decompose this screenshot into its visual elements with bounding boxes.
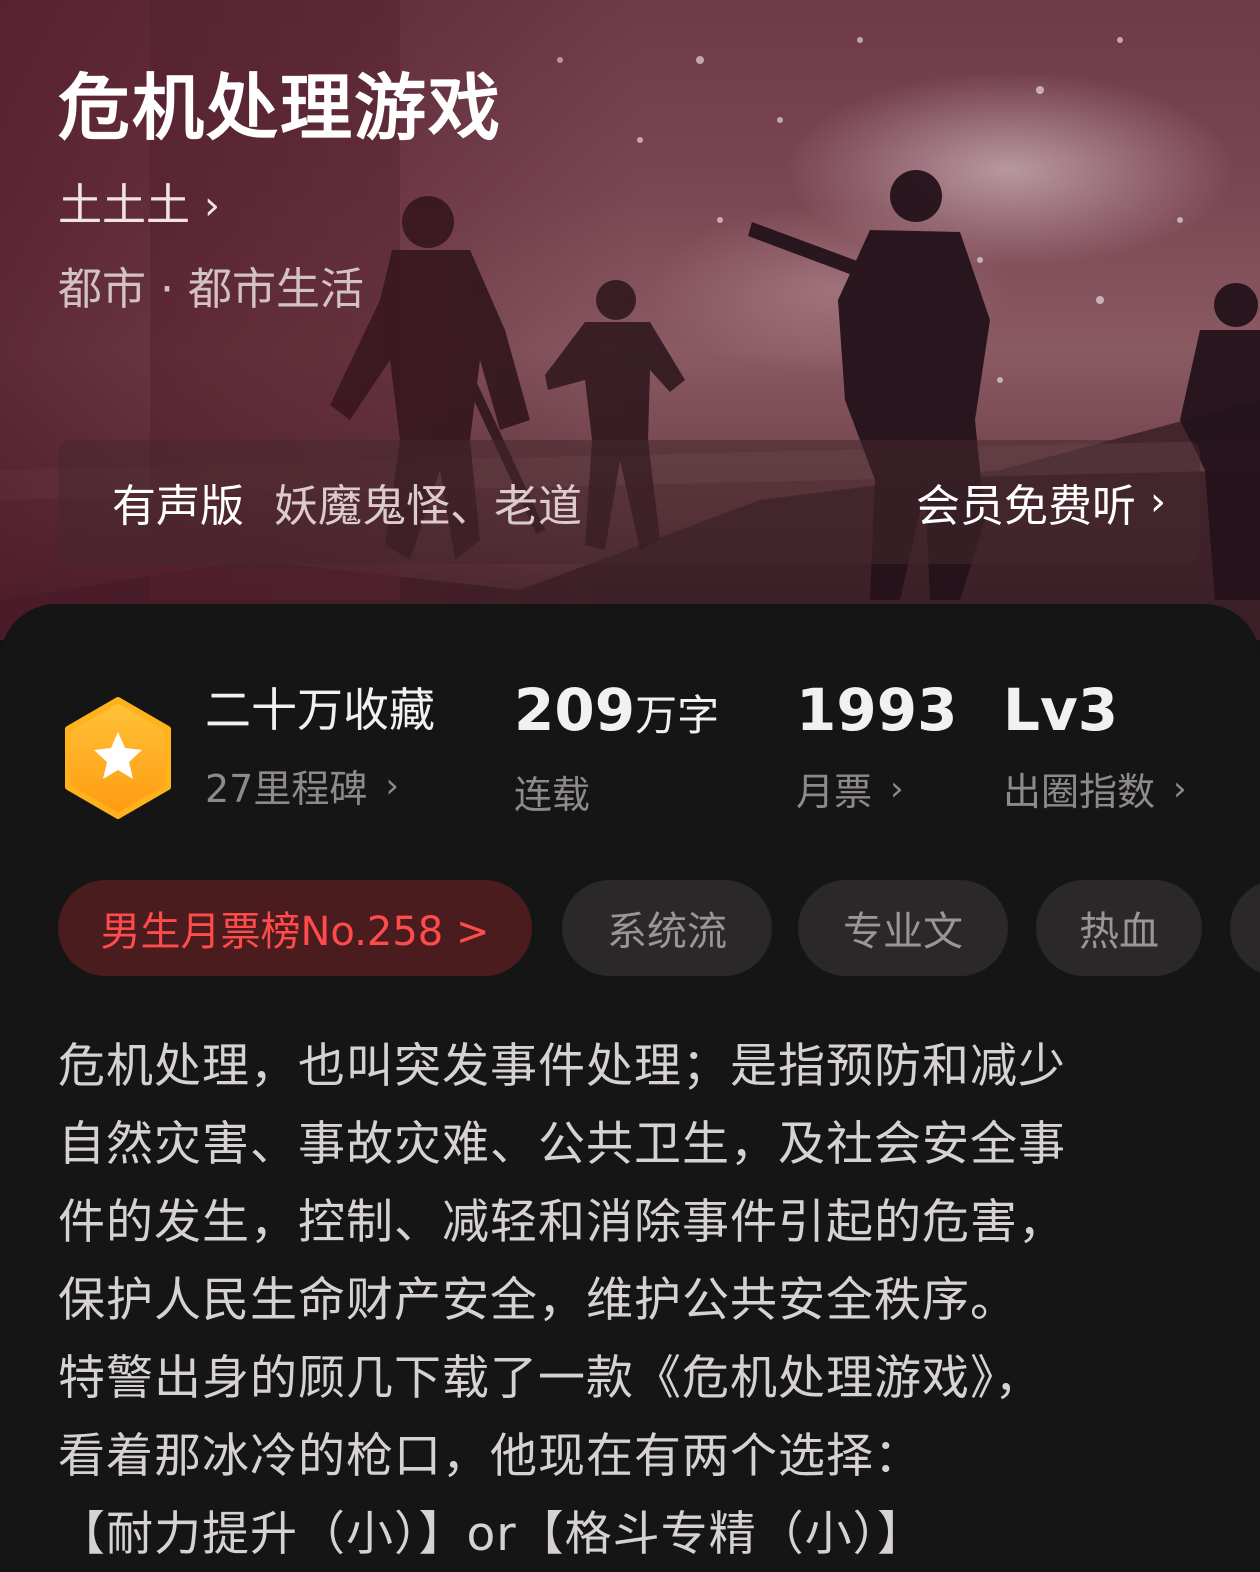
- chevron-right-icon: ›: [890, 768, 904, 809]
- synopsis-line: 危机处理，也叫突发事件处理；是指预防和减少: [58, 1039, 1066, 1094]
- synopsis-line: 看着那冰冷的枪口，他现在有两个选择：: [58, 1429, 922, 1484]
- tickets-number: 1993: [796, 676, 958, 744]
- book-title: 危机处理游戏: [58, 65, 503, 150]
- tag-row: 男生月票榜No.258 > 系统流 专业文 热血: [58, 880, 1260, 978]
- genre-label: 都市 · 都市生活: [58, 264, 364, 315]
- popularity-link[interactable]: 出圈指数 ›: [1003, 761, 1187, 816]
- stat-popularity-index[interactable]: Lv3 出圈指数 ›: [1003, 680, 1187, 816]
- chevron-right-icon: ›: [1173, 768, 1187, 809]
- tickets-count: 1993: [796, 680, 957, 743]
- tag-chip[interactable]: 热血: [1036, 880, 1202, 976]
- word-count-unit: 万字: [635, 691, 720, 740]
- chevron-right-icon: ›: [204, 183, 220, 229]
- stat-monthly-tickets[interactable]: 1993 月票 ›: [796, 680, 957, 816]
- milestone-link[interactable]: 27里程碑 ›: [205, 758, 435, 813]
- tag-chip[interactable]: 专业文: [798, 880, 1008, 976]
- synopsis-line: 自然灾害、事故灾难、公共卫生，及社会安全事: [58, 1117, 1066, 1172]
- synopsis-line: 保护人民生命财产安全，维护公共安全秩序。: [58, 1273, 1018, 1328]
- member-listen-label: 会员免费听: [916, 481, 1136, 532]
- synopsis-line: 【耐力提升（小）】or【格斗专精（小）】: [58, 1507, 926, 1562]
- audiobook-bar[interactable]: 有声版 妖魔鬼怪、老道 会员免费听 ›: [58, 440, 1200, 564]
- info-card: 二十万收藏 27里程碑 › 209万字 连载 1993 月票 › Lv3 出圈指…: [0, 604, 1260, 1572]
- author-link[interactable]: 土土土 ›: [58, 178, 220, 234]
- chevron-right-icon: ›: [1150, 479, 1166, 525]
- word-count-number: 209: [514, 676, 636, 744]
- chevron-right-icon: ›: [385, 765, 399, 806]
- audio-label: 有声版: [112, 481, 244, 532]
- author-name: 土土土: [58, 180, 190, 231]
- stat-collections[interactable]: 二十万收藏 27里程碑 ›: [205, 680, 435, 813]
- tag-chip-overflow[interactable]: [1230, 880, 1260, 976]
- audio-voices: 妖魔鬼怪、老道: [274, 481, 582, 532]
- hero-banner: 危机处理游戏 土土土 › 都市 · 都市生活 有声版 妖魔鬼怪、老道 会员免费听…: [0, 0, 1260, 640]
- level-number: Lv3: [1003, 676, 1119, 744]
- word-count: 209万字: [514, 680, 719, 746]
- stat-word-count: 209万字 连载: [514, 680, 719, 819]
- star-hexagon-icon: [65, 697, 171, 819]
- serial-status: 连载: [514, 773, 591, 817]
- synopsis-line: 件的发生，控制、减轻和消除事件引起的危害，: [58, 1195, 1066, 1250]
- book-detail-page: 危机处理游戏 土土土 › 都市 · 都市生活 有声版 妖魔鬼怪、老道 会员免费听…: [0, 0, 1260, 1572]
- level-value: Lv3: [1003, 680, 1187, 743]
- collections-count: 二十万收藏: [205, 683, 435, 737]
- tickets-label: 月票: [796, 770, 873, 814]
- member-listen-button[interactable]: 会员免费听 ›: [916, 470, 1166, 534]
- rank-tag[interactable]: 男生月票榜No.258 >: [58, 880, 532, 976]
- popularity-label: 出圈指数: [1003, 770, 1156, 814]
- tag-chip[interactable]: 系统流: [562, 880, 772, 976]
- tickets-link[interactable]: 月票 ›: [796, 761, 957, 816]
- synopsis-line: 特警出身的顾几下载了一款《危机处理游戏》，: [58, 1351, 1043, 1406]
- milestone-label: 27里程碑: [205, 767, 368, 811]
- synopsis: 危机处理，也叫突发事件处理；是指预防和减少 自然灾害、事故灾难、公共卫生，及社会…: [58, 1028, 1198, 1572]
